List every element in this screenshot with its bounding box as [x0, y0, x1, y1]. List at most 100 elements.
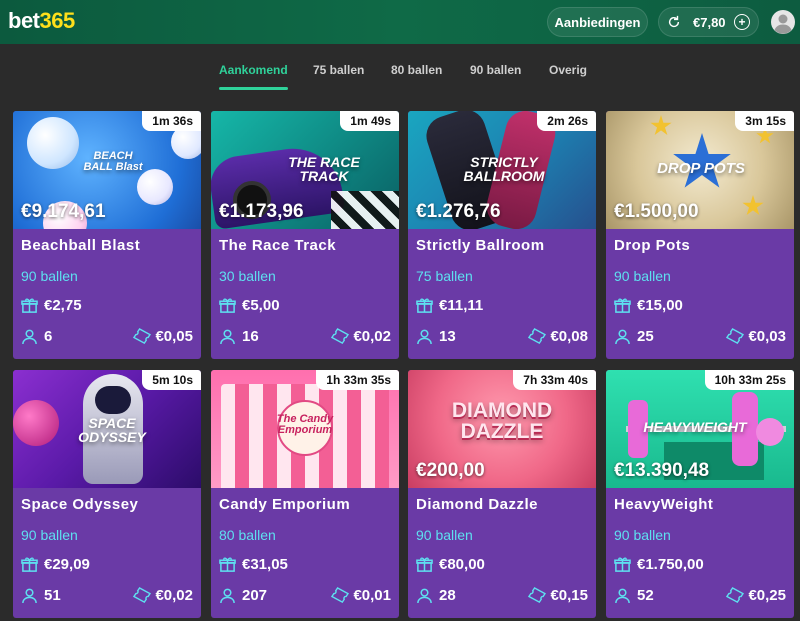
- ball-count: 80 ballen: [219, 527, 276, 543]
- game-card-strictly-ballroom[interactable]: STRICTLY BALLROOM 2m 26s €1.276,76 Stric…: [408, 111, 596, 359]
- jackpot-amount: €1.276,76: [416, 201, 501, 222]
- art-title: The Candy Emporium: [276, 413, 334, 436]
- ticket-cost: €0,03: [725, 328, 786, 345]
- game-title: HeavyWeight: [614, 496, 714, 513]
- countdown-timer: 5m 10s: [142, 370, 201, 390]
- tab-90-ballen[interactable]: 90 ballen: [470, 63, 521, 77]
- ticket-cost: €0,02: [132, 587, 193, 604]
- gift-icon: [21, 557, 38, 572]
- game-card-drop-pots[interactable]: DROP POTS 3m 15s €1.500,00 Drop Pots 90 …: [606, 111, 794, 359]
- player-icon: [417, 588, 432, 604]
- players-row: 51: [21, 587, 61, 604]
- players-row: 207: [219, 587, 267, 604]
- offers-button[interactable]: Aanbiedingen: [547, 7, 648, 37]
- player-count: 51: [44, 587, 61, 604]
- ball-count: 90 ballen: [614, 527, 671, 543]
- ticket-price: €0,15: [550, 587, 588, 604]
- ticket-price: €0,03: [748, 328, 786, 345]
- ticket-icon: [528, 587, 547, 604]
- refresh-icon[interactable]: [667, 15, 681, 29]
- ticket-icon: [133, 587, 152, 604]
- art-title: BEACH BALL Blast: [83, 150, 143, 173]
- art-title: SPACE ODYSSEY: [78, 415, 146, 445]
- prize-amount: €29,09: [44, 556, 90, 573]
- ticket-cost: €0,25: [725, 587, 786, 604]
- ticket-price: €0,08: [550, 328, 588, 345]
- prize-amount: €11,11: [439, 297, 484, 314]
- players-row: 13: [416, 328, 456, 345]
- game-card-race-track[interactable]: THE RACE TRACK 1m 49s €1.173,96 The Race…: [211, 111, 399, 359]
- countdown-timer: 1m 36s: [142, 111, 201, 131]
- prize-row: €2,75: [21, 297, 82, 314]
- jackpot-amount: €9.174,61: [21, 201, 106, 222]
- game-card-heavyweight[interactable]: HEAVYWEIGHT 10h 33m 25s €13.390,48 Heavy…: [606, 370, 794, 618]
- game-title: Strictly Ballroom: [416, 237, 545, 254]
- player-icon: [220, 329, 235, 345]
- player-count: 28: [439, 587, 456, 604]
- countdown-timer: 7h 33m 40s: [513, 370, 596, 390]
- prize-row: €15,00: [614, 297, 683, 314]
- jackpot-amount: €13.390,48: [614, 460, 710, 481]
- game-title: Diamond Dazzle: [416, 496, 539, 513]
- game-card-diamond-dazzle[interactable]: DIAMOND DAZZLE 7h 33m 40s €200,00 Diamon…: [408, 370, 596, 618]
- player-icon: [220, 588, 235, 604]
- ticket-icon: [726, 328, 745, 345]
- prize-row: €1.750,00: [614, 556, 704, 573]
- tab-75-ballen[interactable]: 75 ballen: [313, 63, 364, 77]
- bet365-logo[interactable]: bet365: [8, 8, 75, 34]
- ticket-cost: €0,05: [132, 328, 193, 345]
- player-count: 25: [637, 328, 654, 345]
- deposit-plus-icon[interactable]: +: [734, 14, 750, 30]
- player-icon: [615, 588, 630, 604]
- player-icon: [22, 588, 37, 604]
- ball-count: 75 ballen: [416, 268, 473, 284]
- ball-count: 90 ballen: [416, 527, 473, 543]
- tab-aankomend[interactable]: Aankomend: [219, 63, 288, 77]
- players-row: 6: [21, 328, 52, 345]
- game-card-beachball-blast[interactable]: BEACH BALL Blast 1m 36s €9.174,61 Beachb…: [13, 111, 201, 359]
- game-card-space-odyssey[interactable]: SPACE ODYSSEY 5m 10s Space Odyssey 90 ba…: [13, 370, 201, 618]
- active-tab-indicator: [219, 87, 288, 90]
- art-title: THE RACE TRACK: [288, 154, 360, 184]
- players-row: 52: [614, 587, 654, 604]
- prize-amount: €5,00: [242, 297, 280, 314]
- ball-count: 90 ballen: [614, 268, 671, 284]
- countdown-timer: 1m 49s: [340, 111, 399, 131]
- balance-amount: €7,80: [693, 14, 726, 30]
- game-title: The Race Track: [219, 237, 337, 254]
- ticket-icon: [331, 587, 350, 604]
- prize-amount: €31,05: [242, 556, 288, 573]
- tab-overig[interactable]: Overig: [549, 63, 587, 77]
- players-row: 25: [614, 328, 654, 345]
- gift-icon: [21, 298, 38, 313]
- prize-row: €80,00: [416, 556, 485, 573]
- prize-row: €29,09: [21, 556, 90, 573]
- player-count: 13: [439, 328, 456, 345]
- game-title: Drop Pots: [614, 237, 691, 254]
- ticket-price: €0,02: [155, 587, 193, 604]
- game-title: Beachball Blast: [21, 237, 141, 254]
- ticket-icon: [528, 328, 547, 345]
- player-count: 6: [44, 328, 53, 345]
- gift-icon: [614, 557, 631, 572]
- user-avatar-icon[interactable]: [771, 10, 795, 34]
- game-title: Space Odyssey: [21, 496, 139, 513]
- players-row: 28: [416, 587, 456, 604]
- player-icon: [22, 329, 37, 345]
- gift-icon: [219, 557, 236, 572]
- ticket-price: €0,05: [155, 328, 193, 345]
- tab-80-ballen[interactable]: 80 ballen: [391, 63, 442, 77]
- game-card-candy-emporium[interactable]: The Candy Emporium 1h 33m 35s Candy Empo…: [211, 370, 399, 618]
- balance-pill[interactable]: €7,80 +: [658, 7, 759, 37]
- art-title: DROP POTS: [657, 160, 745, 177]
- prize-amount: €2,75: [44, 297, 82, 314]
- countdown-timer: 2m 26s: [537, 111, 596, 131]
- gift-icon: [416, 298, 433, 313]
- ticket-icon: [726, 587, 745, 604]
- category-tabs: Aankomend 75 ballen 80 ballen 90 ballen …: [0, 44, 800, 104]
- jackpot-amount: €1.500,00: [614, 201, 699, 222]
- gift-icon: [614, 298, 631, 313]
- art-title: STRICTLY BALLROOM: [463, 154, 545, 184]
- ticket-cost: €0,08: [527, 328, 588, 345]
- ball-count: 90 ballen: [21, 527, 78, 543]
